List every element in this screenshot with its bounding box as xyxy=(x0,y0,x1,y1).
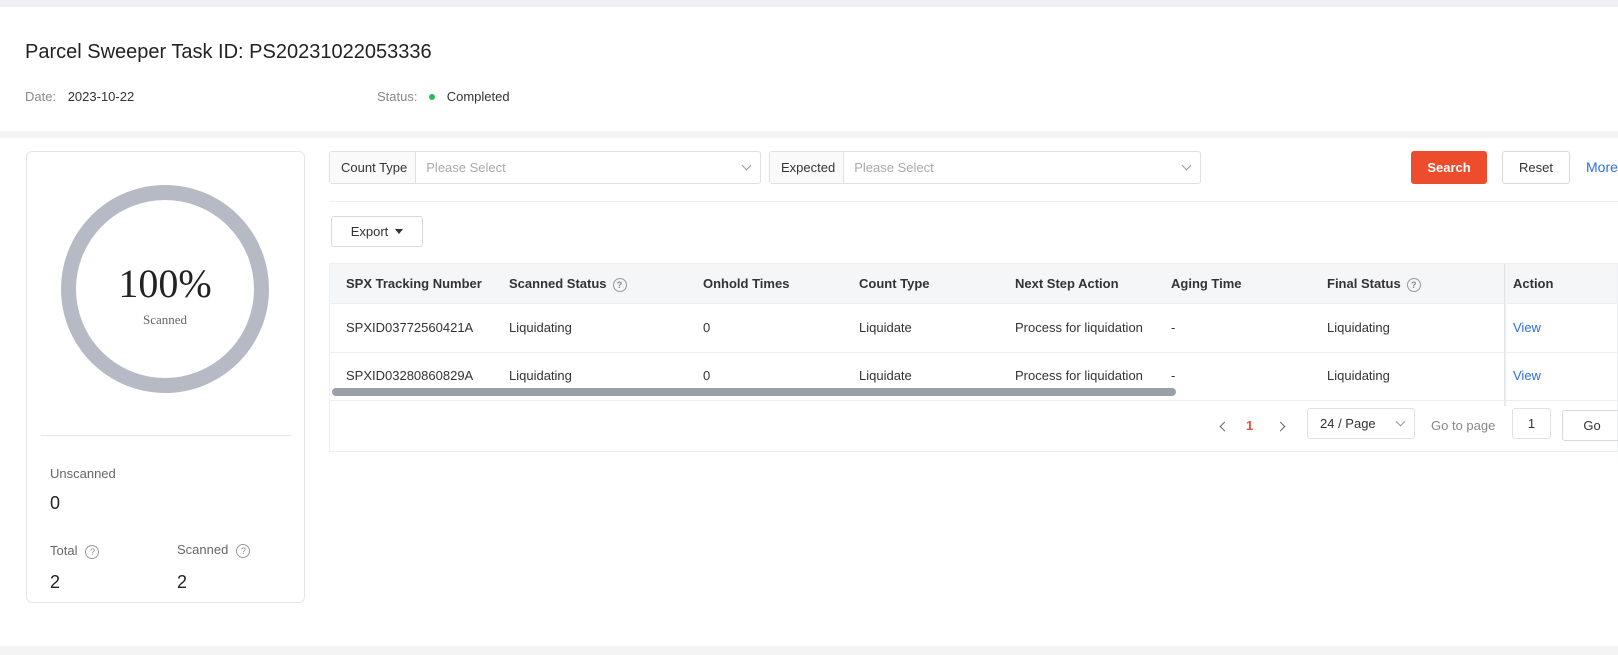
header-next-step-action: Next Step Action xyxy=(1015,276,1119,291)
expected-label: Expected xyxy=(770,152,845,183)
page-size-select[interactable]: 24 / Page xyxy=(1307,408,1415,439)
help-icon[interactable]: ? xyxy=(85,544,100,559)
progress-label: Scanned xyxy=(142,312,188,327)
view-link[interactable]: View xyxy=(1513,368,1541,383)
table-cell: - xyxy=(1171,320,1176,335)
caret-down-icon xyxy=(395,229,404,234)
status-value: Completed xyxy=(446,89,510,104)
total-value: 2 xyxy=(50,572,61,592)
unscanned-value: 0 xyxy=(50,493,61,513)
date-meta: Date: 2023-10-22 xyxy=(25,89,134,104)
table-bottom-line xyxy=(330,400,1617,401)
action-column-shadow xyxy=(1504,264,1507,406)
total-stat: Total? xyxy=(50,543,100,559)
help-icon[interactable]: ? xyxy=(1406,277,1421,292)
chevron-down-icon xyxy=(1395,416,1406,427)
scanned-stat: Scanned? xyxy=(177,542,251,558)
more-link[interactable]: More xyxy=(1586,159,1618,175)
summary-divider xyxy=(41,435,291,436)
table-cell: Process for liquidation xyxy=(1015,368,1143,383)
table-cell: - xyxy=(1171,368,1176,383)
table-cell: Liquidate xyxy=(859,368,912,383)
header-final-status: Final Status? xyxy=(1327,276,1421,292)
expected-placeholder: Please Select xyxy=(854,160,934,175)
unscanned-label: Unscanned xyxy=(50,466,116,481)
table-cell: 0 xyxy=(703,368,711,383)
header-aging-time: Aging Time xyxy=(1171,276,1242,291)
table-cell: SPXID03280860829A xyxy=(346,368,474,383)
main-panel: 100% Scanned Unscanned 0 Total? 2 Scanne… xyxy=(0,138,1618,646)
table-cell: Liquidating xyxy=(509,368,572,383)
export-label: Export xyxy=(350,224,389,239)
scanned-value: 2 xyxy=(177,572,188,592)
total-label: Total xyxy=(50,543,78,558)
status-meta: Status: Completed xyxy=(377,89,510,104)
header-tracking-number: SPX Tracking Number xyxy=(346,276,482,291)
table-cell: Liquidating xyxy=(509,320,572,335)
top-strip xyxy=(0,0,1618,7)
table-cell: 0 xyxy=(703,320,711,335)
status-label: Status: xyxy=(377,89,418,104)
date-value: 2023-10-22 xyxy=(67,89,135,104)
status-dot-icon xyxy=(429,93,436,100)
date-label: Date: xyxy=(25,89,57,104)
progress-ring: 100% Scanned xyxy=(61,185,269,393)
help-icon[interactable]: ? xyxy=(236,543,251,558)
table-cell: SPXID03772560421A xyxy=(346,320,474,335)
count-type-placeholder: Please Select xyxy=(426,160,506,175)
scanned-label: Scanned xyxy=(177,542,229,557)
goto-label: Go to page xyxy=(1431,418,1496,433)
table-cell: Liquidating xyxy=(1327,368,1390,383)
summary-card: 100% Scanned Unscanned 0 Total? 2 Scanne… xyxy=(26,151,305,603)
go-button[interactable]: Go xyxy=(1562,410,1618,441)
view-link[interactable]: View xyxy=(1513,320,1541,335)
horizontal-scrollbar[interactable] xyxy=(332,388,1176,396)
task-header: Parcel Sweeper Task ID: PS20231022053336… xyxy=(0,7,1618,131)
count-type-label: Count Type xyxy=(330,152,417,183)
table-cell: Process for liquidation xyxy=(1015,320,1143,335)
export-button[interactable]: Export xyxy=(331,216,423,247)
current-page[interactable]: 1 xyxy=(1246,418,1253,433)
header-scanned-status-label: Scanned Status xyxy=(509,276,607,291)
progress-percent: 100% xyxy=(118,261,212,306)
page-title: Parcel Sweeper Task ID: PS20231022053336 xyxy=(25,41,432,63)
count-type-select[interactable]: Please Select xyxy=(416,152,760,183)
chevron-down-icon xyxy=(741,160,752,171)
results-table: SPX Tracking Number Scanned Status? Onho… xyxy=(329,263,1618,452)
chevron-down-icon xyxy=(1181,160,1192,171)
expected-filter[interactable]: Expected Please Select xyxy=(769,151,1201,184)
header-count-type: Count Type xyxy=(859,276,930,291)
page-size-value: 24 / Page xyxy=(1320,416,1376,431)
table-header: SPX Tracking Number Scanned Status? Onho… xyxy=(330,264,1617,304)
row-divider xyxy=(330,352,1617,353)
goto-page-input[interactable]: 1 xyxy=(1512,408,1551,439)
table-cell: Liquidate xyxy=(859,320,912,335)
help-icon[interactable]: ? xyxy=(612,277,627,292)
filter-divider xyxy=(329,201,1618,202)
table-cell: Liquidating xyxy=(1327,320,1390,335)
search-button[interactable]: Search xyxy=(1411,151,1487,184)
header-onhold-times: Onhold Times xyxy=(703,276,790,291)
count-type-filter[interactable]: Count Type Please Select xyxy=(329,151,761,184)
header-final-status-label: Final Status xyxy=(1327,276,1401,291)
reset-button[interactable]: Reset xyxy=(1502,151,1570,184)
header-scanned-status: Scanned Status? xyxy=(509,276,627,292)
header-action: Action xyxy=(1513,276,1554,291)
expected-select[interactable]: Please Select xyxy=(844,152,1200,183)
